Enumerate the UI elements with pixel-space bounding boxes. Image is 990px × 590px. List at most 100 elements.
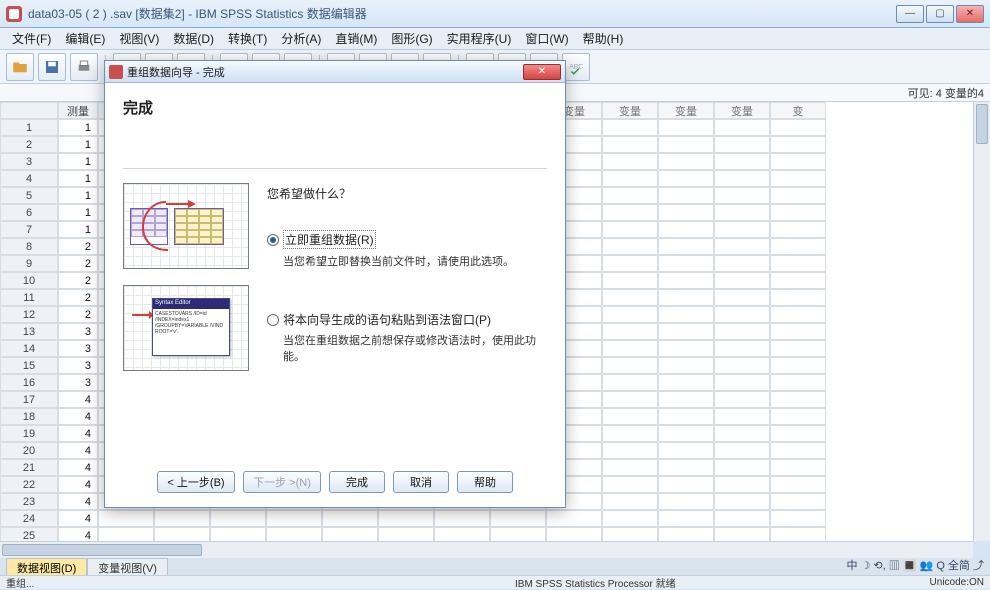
- empty-cell[interactable]: [770, 119, 826, 136]
- empty-cell[interactable]: [714, 289, 770, 306]
- row-header[interactable]: 6: [0, 204, 58, 221]
- empty-cell[interactable]: [602, 340, 658, 357]
- data-cell[interactable]: 2: [58, 306, 98, 323]
- row-header[interactable]: 15: [0, 357, 58, 374]
- empty-cell[interactable]: [602, 306, 658, 323]
- empty-cell[interactable]: [658, 442, 714, 459]
- dialog-titlebar[interactable]: 重组数据向导 - 完成 ✕: [105, 61, 565, 83]
- empty-cell[interactable]: [602, 323, 658, 340]
- empty-cell[interactable]: [602, 153, 658, 170]
- empty-cell[interactable]: [770, 289, 826, 306]
- empty-cell[interactable]: [658, 187, 714, 204]
- empty-cell[interactable]: [602, 238, 658, 255]
- cancel-button[interactable]: 取消: [393, 471, 449, 493]
- empty-cell[interactable]: [602, 187, 658, 204]
- row-header[interactable]: 2: [0, 136, 58, 153]
- empty-cell[interactable]: [658, 255, 714, 272]
- empty-cell[interactable]: [602, 170, 658, 187]
- empty-cell[interactable]: [770, 221, 826, 238]
- dialog-close-button[interactable]: ✕: [523, 64, 561, 80]
- data-cell[interactable]: 2: [58, 238, 98, 255]
- data-cell[interactable]: 2: [58, 255, 98, 272]
- menu-a[interactable]: 分析(A): [275, 28, 327, 49]
- back-button[interactable]: < 上一步(B): [157, 471, 235, 493]
- help-button[interactable]: 帮助: [457, 471, 513, 493]
- row-header[interactable]: 12: [0, 306, 58, 323]
- data-cell[interactable]: 1: [58, 170, 98, 187]
- radio-restructure-now[interactable]: 立即重组数据(R): [267, 230, 547, 249]
- empty-cell[interactable]: [770, 374, 826, 391]
- empty-cell[interactable]: [322, 510, 378, 527]
- empty-cell[interactable]: [602, 221, 658, 238]
- empty-cell[interactable]: [658, 119, 714, 136]
- row-header[interactable]: 3: [0, 153, 58, 170]
- row-header[interactable]: 18: [0, 408, 58, 425]
- empty-cell[interactable]: [658, 153, 714, 170]
- empty-cell[interactable]: [658, 459, 714, 476]
- menu-d[interactable]: 数据(D): [167, 28, 220, 49]
- data-cell[interactable]: 2: [58, 289, 98, 306]
- empty-cell[interactable]: [658, 272, 714, 289]
- empty-cell[interactable]: [602, 442, 658, 459]
- data-cell[interactable]: 1: [58, 187, 98, 204]
- col-header-var[interactable]: 变: [770, 102, 826, 119]
- menu-m[interactable]: 直销(M): [329, 28, 383, 49]
- row-header[interactable]: 16: [0, 374, 58, 391]
- empty-cell[interactable]: [658, 306, 714, 323]
- empty-cell[interactable]: [714, 153, 770, 170]
- empty-cell[interactable]: [602, 272, 658, 289]
- row-header[interactable]: 4: [0, 170, 58, 187]
- save-icon[interactable]: [38, 53, 66, 81]
- minimize-button[interactable]: —: [896, 5, 924, 23]
- col-header-var[interactable]: 变量: [658, 102, 714, 119]
- menu-w[interactable]: 窗口(W): [519, 28, 574, 49]
- empty-cell[interactable]: [602, 289, 658, 306]
- empty-cell[interactable]: [602, 510, 658, 527]
- vertical-scrollbar[interactable]: [973, 102, 990, 541]
- empty-cell[interactable]: [770, 442, 826, 459]
- empty-cell[interactable]: [770, 204, 826, 221]
- close-button[interactable]: ✕: [956, 5, 984, 23]
- row-header[interactable]: 9: [0, 255, 58, 272]
- empty-cell[interactable]: [658, 425, 714, 442]
- row-header[interactable]: 7: [0, 221, 58, 238]
- empty-cell[interactable]: [770, 510, 826, 527]
- empty-cell[interactable]: [658, 510, 714, 527]
- empty-cell[interactable]: [658, 323, 714, 340]
- empty-cell[interactable]: [602, 255, 658, 272]
- empty-cell[interactable]: [714, 187, 770, 204]
- empty-cell[interactable]: [714, 493, 770, 510]
- empty-cell[interactable]: [770, 136, 826, 153]
- data-cell[interactable]: 3: [58, 357, 98, 374]
- empty-cell[interactable]: [658, 374, 714, 391]
- data-cell[interactable]: 3: [58, 340, 98, 357]
- menu-h[interactable]: 帮助(H): [577, 28, 630, 49]
- empty-cell[interactable]: [770, 459, 826, 476]
- empty-cell[interactable]: [714, 306, 770, 323]
- empty-cell[interactable]: [714, 136, 770, 153]
- empty-cell[interactable]: [714, 408, 770, 425]
- data-cell[interactable]: 1: [58, 221, 98, 238]
- data-cell[interactable]: 4: [58, 425, 98, 442]
- menu-v[interactable]: 视图(V): [113, 28, 165, 49]
- data-cell[interactable]: 4: [58, 476, 98, 493]
- empty-cell[interactable]: [714, 391, 770, 408]
- empty-cell[interactable]: [602, 119, 658, 136]
- empty-cell[interactable]: [658, 493, 714, 510]
- empty-cell[interactable]: [658, 238, 714, 255]
- empty-cell[interactable]: [714, 119, 770, 136]
- empty-cell[interactable]: [602, 136, 658, 153]
- empty-cell[interactable]: [770, 170, 826, 187]
- empty-cell[interactable]: [714, 442, 770, 459]
- data-cell[interactable]: 4: [58, 408, 98, 425]
- finish-button[interactable]: 完成: [329, 471, 385, 493]
- empty-cell[interactable]: [546, 510, 602, 527]
- open-icon[interactable]: [6, 53, 34, 81]
- row-header[interactable]: 14: [0, 340, 58, 357]
- empty-cell[interactable]: [770, 153, 826, 170]
- empty-cell[interactable]: [770, 306, 826, 323]
- empty-cell[interactable]: [658, 408, 714, 425]
- row-header[interactable]: 13: [0, 323, 58, 340]
- row-header[interactable]: 11: [0, 289, 58, 306]
- empty-cell[interactable]: [714, 425, 770, 442]
